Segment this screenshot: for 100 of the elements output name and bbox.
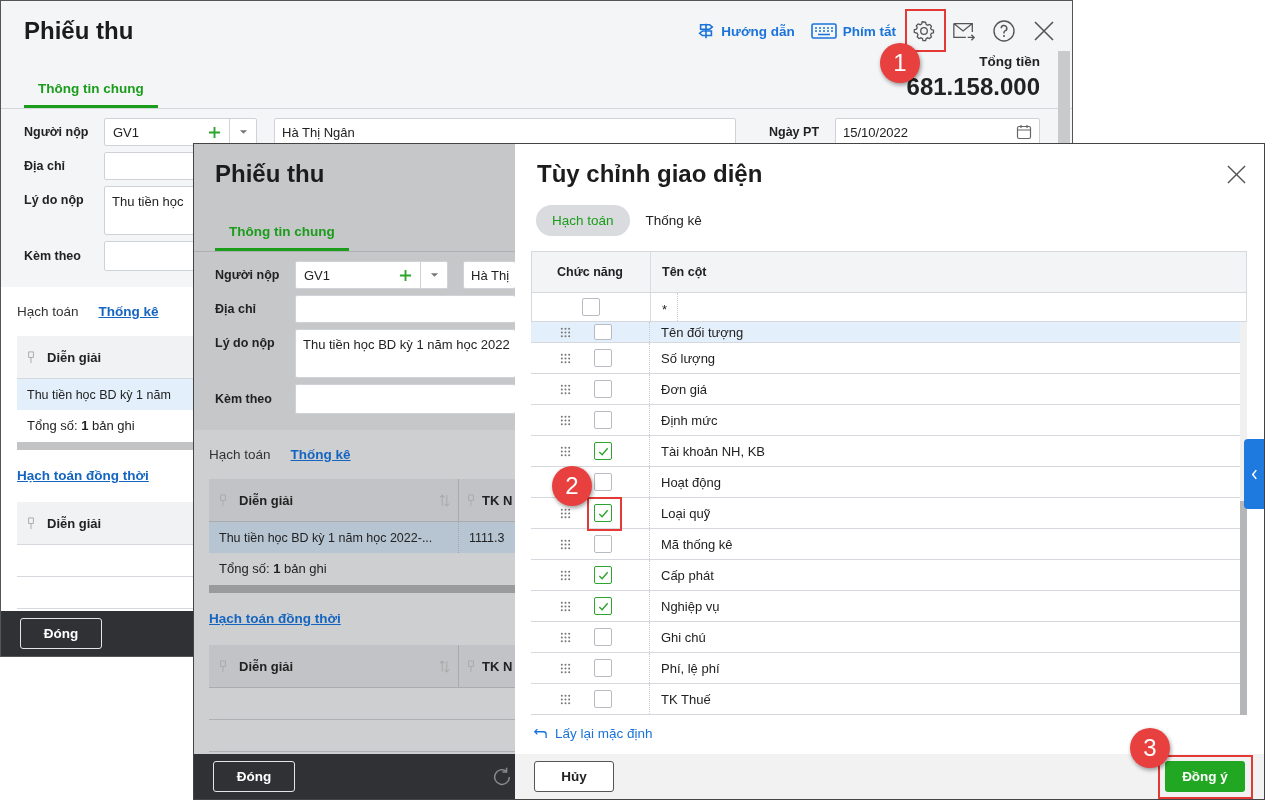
column-header: TK N [482, 658, 513, 674]
text-area[interactable]: Thu tiền học BD kỳ 1 năm học 2022 [295, 329, 515, 378]
reset-link[interactable]: Lấy lại mặc định [533, 726, 653, 741]
chevron-left-icon [1250, 468, 1258, 480]
filter-field[interactable]: * [662, 293, 679, 321]
table-cell: Tài khoản NH, KB [661, 443, 766, 459]
checkbox[interactable] [594, 535, 612, 553]
field-label: Người nộp [24, 125, 90, 139]
drag-handle-icon[interactable] [560, 507, 571, 519]
concurrent-entries-link[interactable]: Hạch toán đồng thời [17, 468, 149, 483]
input-field[interactable] [295, 295, 515, 323]
input-field[interactable]: Hà Thị Ngân [274, 118, 736, 146]
list-row[interactable]: Tên đối tượng [531, 322, 1240, 343]
close-button[interactable]: Đóng [213, 761, 295, 792]
guide-link[interactable]: Hướng dẫn [697, 22, 795, 40]
checkbox[interactable] [594, 473, 612, 491]
tab[interactable]: Thống kê [629, 204, 718, 236]
calendar-icon[interactable] [1016, 124, 1032, 140]
table-cell: Định mức [661, 412, 718, 428]
list-row[interactable]: Số lượng [531, 343, 1240, 374]
list-row[interactable]: Loại quỹ [531, 498, 1240, 529]
refresh-icon[interactable] [491, 765, 513, 788]
total-label: Tổng tiền [979, 54, 1040, 69]
drag-handle-icon[interactable] [560, 445, 571, 457]
record-count: Tổng số: 1 bản ghi [219, 561, 327, 576]
field-label: Lý do nộp [24, 192, 85, 207]
table-cell: Thu tiền học BD kỳ 1 năm [27, 387, 171, 402]
checkbox[interactable] [594, 504, 612, 522]
drag-handle-icon[interactable] [560, 538, 571, 550]
table-cell: 1111.3 [469, 530, 505, 545]
scrollbar[interactable] [209, 585, 515, 593]
combo-field[interactable]: GV1 [104, 118, 257, 146]
list-row[interactable]: Định mức [531, 405, 1240, 436]
table-cell: Loại quỹ [661, 505, 711, 521]
section-tab[interactable]: Thống kê [290, 446, 351, 462]
drag-handle-icon[interactable] [560, 600, 571, 612]
section-tab[interactable]: Hạch toán [209, 446, 271, 462]
list-row[interactable]: Đơn giá [531, 374, 1240, 405]
field-label: Ngày PT [769, 125, 820, 139]
checkbox[interactable] [594, 597, 612, 615]
table-row[interactable]: Thu tiền học BD kỳ 1 năm học 2022-... 1111.3 [209, 522, 515, 553]
pin-icon[interactable] [27, 516, 35, 530]
list-row[interactable]: Mã thống kê [531, 529, 1240, 560]
list-row[interactable]: Cấp phát [531, 560, 1240, 591]
list-row[interactable]: TK Thuế [531, 684, 1240, 715]
help-icon[interactable] [992, 19, 1016, 43]
shortcuts-link[interactable]: Phím tắt [810, 23, 896, 39]
checkbox[interactable] [582, 298, 600, 316]
checkbox[interactable] [594, 628, 612, 646]
settings-icon[interactable] [912, 19, 936, 43]
table-cell: Số lượng [661, 350, 716, 366]
column-header: Tên cột [662, 265, 707, 279]
drag-handle-icon[interactable] [560, 569, 571, 581]
table-cell: Hoạt động [661, 474, 721, 490]
checkbox[interactable] [594, 380, 612, 398]
list-row[interactable]: Tài khoản NH, KB [531, 436, 1240, 467]
caret-icon[interactable] [238, 129, 248, 135]
field-label: Kèm theo [215, 392, 273, 406]
drag-handle-icon[interactable] [560, 352, 571, 364]
pin-icon[interactable] [27, 350, 35, 364]
keyboard-icon [810, 23, 837, 39]
close-icon[interactable] [1227, 164, 1246, 184]
drag-handle-icon[interactable] [560, 326, 571, 338]
list-row[interactable]: Nghiệp vụ [531, 591, 1240, 622]
date-field[interactable]: 15/10/2022 [835, 118, 1040, 146]
checkbox[interactable] [594, 324, 612, 340]
drag-handle-icon[interactable] [560, 662, 571, 674]
list-row[interactable]: Ghi chú [531, 622, 1240, 653]
scrollbar[interactable] [1240, 322, 1247, 715]
input-field[interactable] [295, 384, 515, 414]
list-row[interactable]: Phí, lệ phí [531, 653, 1240, 684]
column-header: Diễn giải [47, 349, 103, 365]
drag-handle-icon[interactable] [560, 414, 571, 426]
checkbox[interactable] [594, 411, 612, 429]
field-label: Kèm theo [24, 249, 82, 263]
section-tab[interactable]: Hạch toán [17, 303, 79, 319]
checkbox[interactable] [594, 442, 612, 460]
checkbox[interactable] [594, 659, 612, 677]
plus-icon[interactable] [399, 268, 412, 282]
input-field[interactable]: Hà Thị [463, 261, 515, 289]
checkbox[interactable] [594, 566, 612, 584]
drag-handle-icon[interactable] [560, 631, 571, 643]
cancel-button[interactable]: Hủy [534, 761, 614, 792]
column-header: Diễn giải [239, 658, 295, 674]
checkbox[interactable] [594, 349, 612, 367]
table-cell: Đơn giá [661, 381, 708, 397]
column-header: TK N [482, 492, 513, 508]
table-cell: Ghi chú [661, 629, 706, 645]
drag-handle-icon[interactable] [560, 383, 571, 395]
signpost-icon [697, 22, 716, 40]
table-cell: Nghiệp vụ [661, 598, 720, 614]
close-button[interactable]: Đóng [20, 618, 102, 649]
close-icon[interactable] [1032, 19, 1056, 43]
combo-field[interactable]: GV1 [295, 261, 448, 289]
field-label: Lý do nộp [215, 335, 276, 350]
concurrent-entries-link[interactable]: Hạch toán đồng thời [209, 611, 341, 626]
checkbox[interactable] [594, 690, 612, 708]
drag-handle-icon[interactable] [560, 693, 571, 705]
plus-icon[interactable] [208, 125, 221, 139]
section-tab[interactable]: Thống kê [98, 303, 159, 319]
